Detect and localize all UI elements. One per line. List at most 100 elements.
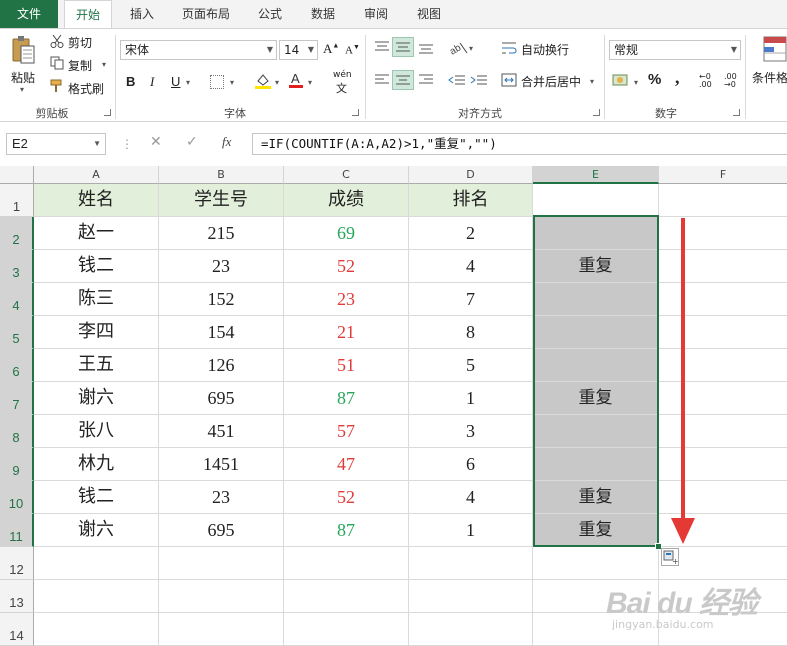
merge-center-button[interactable]: 合并后居中 bbox=[521, 73, 581, 90]
font-color-dropdown-icon[interactable]: ▾ bbox=[308, 78, 312, 87]
column-header-f[interactable]: F bbox=[659, 166, 787, 184]
paste-icon[interactable] bbox=[10, 35, 36, 65]
accounting-format-icon[interactable] bbox=[612, 72, 632, 88]
cell-b5[interactable]: 154 bbox=[159, 316, 284, 349]
cell-d12[interactable] bbox=[409, 547, 533, 580]
align-bottom-icon[interactable] bbox=[418, 41, 434, 55]
align-right-icon[interactable] bbox=[418, 74, 434, 86]
cell-d4[interactable]: 7 bbox=[409, 283, 533, 316]
orientation-icon[interactable]: ab bbox=[448, 39, 468, 58]
phonetic-guide-button[interactable]: wén bbox=[333, 70, 352, 80]
auto-fill-options-icon[interactable]: + bbox=[661, 548, 679, 566]
column-header-a[interactable]: A bbox=[34, 166, 159, 184]
column-header-b[interactable]: B bbox=[159, 166, 284, 184]
column-header-e[interactable]: E bbox=[533, 166, 659, 184]
cell-e6[interactable] bbox=[533, 349, 659, 382]
confirm-icon[interactable]: ✓ bbox=[186, 134, 198, 150]
wrap-text-button[interactable]: 自动换行 bbox=[521, 41, 569, 58]
clipboard-launcher-icon[interactable] bbox=[104, 109, 111, 116]
percent-style-button[interactable]: % bbox=[648, 71, 661, 88]
cell-d5[interactable]: 8 bbox=[409, 316, 533, 349]
format-painter-button[interactable]: 格式刷 bbox=[68, 80, 104, 97]
borders-dropdown-icon[interactable]: ▾ bbox=[230, 78, 234, 87]
cell-c13[interactable] bbox=[284, 580, 409, 613]
row-header[interactable]: 9 bbox=[0, 448, 34, 481]
accounting-dropdown-icon[interactable]: ▾ bbox=[634, 78, 638, 87]
tab-file[interactable]: 文件 bbox=[0, 0, 58, 28]
cell-e4[interactable] bbox=[533, 283, 659, 316]
cell-a3[interactable]: 钱二 bbox=[34, 250, 159, 283]
header-cell-student-id[interactable]: 学生号 bbox=[159, 184, 284, 217]
row-header[interactable]: 11 bbox=[0, 514, 34, 547]
conditional-formatting-button[interactable]: 条件格 bbox=[752, 69, 787, 86]
number-format-select[interactable]: 常规 ▼ bbox=[609, 40, 741, 60]
tab-page-layout[interactable]: 页面布局 bbox=[176, 0, 236, 28]
cell-e12[interactable] bbox=[533, 547, 659, 580]
cell-a12[interactable] bbox=[34, 547, 159, 580]
cell-e7[interactable]: 重复 bbox=[533, 382, 659, 415]
cell-a10[interactable]: 钱二 bbox=[34, 481, 159, 514]
cell-b4[interactable]: 152 bbox=[159, 283, 284, 316]
cell-d9[interactable]: 6 bbox=[409, 448, 533, 481]
row-header[interactable]: 4 bbox=[0, 283, 34, 316]
comma-style-button[interactable]: , bbox=[675, 67, 680, 88]
decrease-indent-icon[interactable] bbox=[448, 74, 466, 86]
font-color-icon[interactable]: A bbox=[288, 71, 304, 89]
row-header[interactable]: 2 bbox=[0, 217, 34, 250]
increase-font-size-icon[interactable]: A▲ bbox=[323, 41, 339, 57]
font-size-select[interactable]: 14 ▼ bbox=[279, 40, 318, 60]
cell-a9[interactable]: 林九 bbox=[34, 448, 159, 481]
cell-c11[interactable]: 87 bbox=[284, 514, 409, 547]
cell-b10[interactable]: 23 bbox=[159, 481, 284, 514]
cell-e9[interactable] bbox=[533, 448, 659, 481]
decrease-font-size-icon[interactable]: A▼ bbox=[345, 43, 360, 57]
cell-d2[interactable]: 2 bbox=[409, 217, 533, 250]
cell-b12[interactable] bbox=[159, 547, 284, 580]
cell-d8[interactable]: 3 bbox=[409, 415, 533, 448]
copy-dropdown-icon[interactable]: ▾ bbox=[102, 60, 106, 69]
cell-c7[interactable]: 87 bbox=[284, 382, 409, 415]
cell-b13[interactable] bbox=[159, 580, 284, 613]
increase-decimal-icon[interactable]: ←0.00 bbox=[699, 73, 712, 89]
row-header[interactable]: 7 bbox=[0, 382, 34, 415]
cell-e10[interactable]: 重复 bbox=[533, 481, 659, 514]
font-launcher-icon[interactable] bbox=[352, 109, 359, 116]
cell-c5[interactable]: 21 bbox=[284, 316, 409, 349]
increase-indent-icon[interactable] bbox=[470, 74, 488, 86]
cell-d3[interactable]: 4 bbox=[409, 250, 533, 283]
fill-color-icon[interactable] bbox=[254, 72, 272, 90]
cell-b14[interactable] bbox=[159, 613, 284, 646]
cancel-icon[interactable]: ✕ bbox=[150, 134, 162, 150]
cell-b8[interactable]: 451 bbox=[159, 415, 284, 448]
font-name-select[interactable]: 宋体 ▼ bbox=[120, 40, 277, 60]
cell-d10[interactable]: 4 bbox=[409, 481, 533, 514]
cell-e2[interactable] bbox=[533, 217, 659, 250]
cell-c8[interactable]: 57 bbox=[284, 415, 409, 448]
copy-button[interactable]: 复制 bbox=[68, 57, 92, 74]
cell-e3[interactable]: 重复 bbox=[533, 250, 659, 283]
paste-label[interactable]: 粘贴 bbox=[11, 69, 35, 86]
cell-b7[interactable]: 695 bbox=[159, 382, 284, 415]
cell-c12[interactable] bbox=[284, 547, 409, 580]
cut-button[interactable]: 剪切 bbox=[68, 34, 92, 51]
cell-a13[interactable] bbox=[34, 580, 159, 613]
row-header[interactable]: 14 bbox=[0, 613, 34, 646]
tab-insert[interactable]: 插入 bbox=[124, 0, 160, 28]
number-launcher-icon[interactable] bbox=[733, 109, 740, 116]
align-left-icon[interactable] bbox=[374, 74, 390, 86]
cell-a4[interactable]: 陈三 bbox=[34, 283, 159, 316]
alignment-launcher-icon[interactable] bbox=[593, 109, 600, 116]
cell-a2[interactable]: 赵一 bbox=[34, 217, 159, 250]
cell-c14[interactable] bbox=[284, 613, 409, 646]
row-header[interactable]: 10 bbox=[0, 481, 34, 514]
cell-e5[interactable] bbox=[533, 316, 659, 349]
decrease-decimal-icon[interactable]: .00 →0 bbox=[724, 73, 737, 89]
row-header[interactable]: 12 bbox=[0, 547, 34, 580]
cell-c3[interactable]: 52 bbox=[284, 250, 409, 283]
cell-e1[interactable] bbox=[533, 184, 659, 217]
header-cell-rank[interactable]: 排名 bbox=[409, 184, 533, 217]
cell-e11[interactable]: 重复 bbox=[533, 514, 659, 547]
orientation-dropdown-icon[interactable]: ▾ bbox=[469, 44, 473, 53]
cell-a14[interactable] bbox=[34, 613, 159, 646]
cell-d6[interactable]: 5 bbox=[409, 349, 533, 382]
